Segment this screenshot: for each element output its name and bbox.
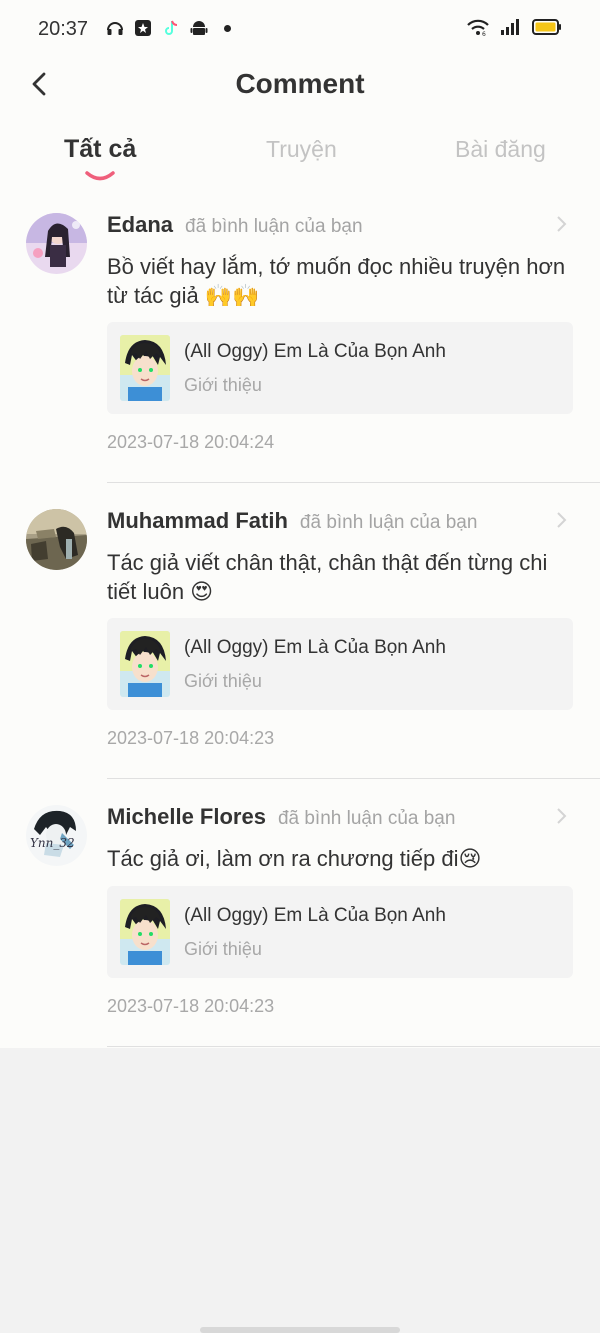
chevron-right-icon[interactable] — [554, 214, 570, 234]
svg-text:6: 6 — [482, 31, 486, 36]
story-cover — [120, 631, 170, 697]
story-card[interactable]: (All Oggy) Em Là Của Bọn Anh Giới thiệu — [107, 322, 573, 414]
divider — [107, 778, 600, 779]
action-text: đã bình luận của bạn — [185, 216, 363, 237]
comment-text: Tác giả viết chân thật, chân thật đến từ… — [107, 550, 548, 604]
notification-dot-icon — [224, 24, 231, 32]
status-time: 20:37 — [38, 18, 89, 40]
divider — [107, 482, 600, 483]
android-icon — [190, 21, 208, 35]
tiktok-icon — [165, 20, 178, 35]
story-card[interactable]: (All Oggy) Em Là Của Bọn Anh Giới thiệu — [107, 886, 573, 978]
story-title: (All Oggy) Em Là Của Bọn Anh — [184, 905, 446, 926]
user-name[interactable]: Edana — [107, 212, 173, 237]
tab-all[interactable]: Tất cả — [64, 135, 136, 164]
user-name[interactable]: Michelle Flores — [107, 804, 266, 829]
story-title: (All Oggy) Em Là Của Bọn Anh — [184, 341, 446, 362]
battery-icon — [532, 19, 561, 35]
avatar[interactable] — [26, 213, 87, 274]
headset-icon — [107, 22, 123, 35]
action-text: đã bình luận của bạn — [277, 808, 456, 829]
tab-stories[interactable]: Truyện — [266, 136, 337, 163]
timestamp: 2023-07-18 20:04:24 — [107, 432, 275, 452]
story-cover — [120, 899, 170, 965]
avatar-signature: Ynn_32 — [30, 836, 75, 850]
tab-posts[interactable]: Bài đăng — [455, 136, 546, 163]
timestamp: 2023-07-18 20:04:23 — [107, 728, 275, 748]
avatar[interactable] — [26, 509, 87, 570]
home-indicator[interactable] — [200, 1327, 400, 1333]
wifi-icon: 6 — [467, 19, 489, 36]
header: Comment Tất cả Truyện Bài đăng — [0, 60, 600, 186]
star-app-icon — [135, 20, 151, 36]
divider — [107, 1046, 600, 1047]
page-title: Comment — [235, 68, 365, 99]
story-subtitle: Giới thiệu — [184, 939, 262, 959]
chevron-right-icon[interactable] — [554, 806, 570, 826]
status-bar: 20:37 6 — [0, 0, 600, 60]
story-title: (All Oggy) Em Là Của Bọn Anh — [184, 637, 446, 658]
story-card[interactable]: (All Oggy) Em Là Của Bọn Anh Giới thiệu — [107, 618, 573, 710]
story-subtitle: Giới thiệu — [184, 375, 262, 395]
story-subtitle: Giới thiệu — [184, 671, 262, 691]
signal-icon — [501, 19, 519, 35]
tab-active-indicator — [85, 171, 115, 181]
avatar[interactable]: Ynn_32 — [26, 805, 87, 866]
comment-list: Edana đã bình luận của bạn Bồ viết hay lắ… — [0, 186, 600, 1048]
story-cover — [120, 335, 170, 401]
comment-text: Tác giả ơi, làm ơn ra chương tiếp đi😢 — [107, 846, 482, 871]
chevron-right-icon[interactable] — [554, 510, 570, 530]
action-text: đã bình luận của bạn — [299, 512, 478, 533]
timestamp: 2023-07-18 20:04:23 — [107, 996, 275, 1016]
user-name[interactable]: Muhammad Fatih — [107, 508, 288, 533]
comment-text: Bồ viết hay lắm, tớ muốn đọc nhiều truyệ… — [107, 254, 566, 308]
